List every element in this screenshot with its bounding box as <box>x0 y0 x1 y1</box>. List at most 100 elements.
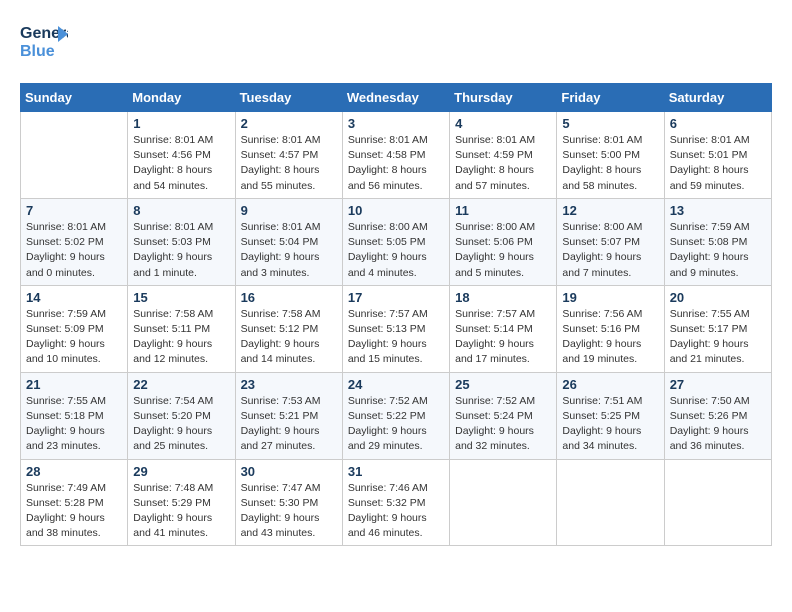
day-number: 7 <box>26 203 122 218</box>
day-cell: 4 Sunrise: 8:01 AMSunset: 4:59 PMDaylight… <box>450 112 557 199</box>
day-number: 5 <box>562 116 658 131</box>
day-cell: 15Sunrise: 7:58 AMSunset: 5:11 PMDayligh… <box>128 285 235 372</box>
day-number: 18 <box>455 290 551 305</box>
day-cell: 27 Sunrise: 7:50 AMSunset: 5:26 PMDayligh… <box>664 372 771 459</box>
day-cell: 11 Sunrise: 8:00 AMSunset: 5:06 PMDayligh… <box>450 198 557 285</box>
day-info: Sunrise: 7:54 AMSunset: 5:20 PMDaylight:… <box>133 394 229 455</box>
day-number: 20 <box>670 290 766 305</box>
day-cell <box>664 459 771 546</box>
day-cell <box>21 112 128 199</box>
logo: General Blue <box>20 20 68 67</box>
day-number: 16 <box>241 290 337 305</box>
day-number: 24 <box>348 377 444 392</box>
day-cell: 23 Sunrise: 7:53 AMSunset: 5:21 PMDayligh… <box>235 372 342 459</box>
day-info: Sunrise: 8:01 AMSunset: 5:03 PMDaylight:… <box>133 220 229 281</box>
day-info: Sunrise: 7:50 AMSunset: 5:26 PMDaylight:… <box>670 394 766 455</box>
day-cell: 12 Sunrise: 8:00 AMSunset: 5:07 PMDayligh… <box>557 198 664 285</box>
day-number: 25 <box>455 377 551 392</box>
day-cell: 8 Sunrise: 8:01 AMSunset: 5:03 PMDaylight… <box>128 198 235 285</box>
day-number: 2 <box>241 116 337 131</box>
day-number: 23 <box>241 377 337 392</box>
day-header-sunday: Sunday <box>21 84 128 112</box>
day-header-wednesday: Wednesday <box>342 84 449 112</box>
day-number: 12 <box>562 203 658 218</box>
week-row-3: 14Sunrise: 7:59 AMSunset: 5:09 PMDayligh… <box>21 285 772 372</box>
day-cell: 24 Sunrise: 7:52 AMSunset: 5:22 PMDayligh… <box>342 372 449 459</box>
day-cell: 3 Sunrise: 8:01 AMSunset: 4:58 PMDaylight… <box>342 112 449 199</box>
day-info: Sunrise: 8:01 AMSunset: 5:02 PMDaylight:… <box>26 220 122 281</box>
day-number: 19 <box>562 290 658 305</box>
day-info: Sunrise: 7:55 AMSunset: 5:17 PMDaylight:… <box>670 307 766 368</box>
day-number: 11 <box>455 203 551 218</box>
day-info: Sunrise: 8:01 AMSunset: 4:56 PMDaylight:… <box>133 133 229 194</box>
day-info: Sunrise: 8:01 AMSunset: 4:59 PMDaylight:… <box>455 133 551 194</box>
day-header-saturday: Saturday <box>664 84 771 112</box>
svg-text:Blue: Blue <box>20 43 55 60</box>
day-number: 13 <box>670 203 766 218</box>
day-number: 27 <box>670 377 766 392</box>
day-info: Sunrise: 7:57 AMSunset: 5:13 PMDaylight:… <box>348 307 444 368</box>
day-cell: 7 Sunrise: 8:01 AMSunset: 5:02 PMDaylight… <box>21 198 128 285</box>
day-number: 31 <box>348 464 444 479</box>
day-number: 22 <box>133 377 229 392</box>
day-info: Sunrise: 7:55 AMSunset: 5:18 PMDaylight:… <box>26 394 122 455</box>
page-header: General Blue <box>20 20 772 67</box>
day-cell: 10 Sunrise: 8:00 AMSunset: 5:05 PMDayligh… <box>342 198 449 285</box>
day-number: 4 <box>455 116 551 131</box>
day-info: Sunrise: 8:01 AMSunset: 5:01 PMDaylight:… <box>670 133 766 194</box>
day-number: 3 <box>348 116 444 131</box>
day-info: Sunrise: 7:57 AMSunset: 5:14 PMDaylight:… <box>455 307 551 368</box>
day-cell: 28 Sunrise: 7:49 AMSunset: 5:28 PMDayligh… <box>21 459 128 546</box>
day-info: Sunrise: 7:48 AMSunset: 5:29 PMDaylight:… <box>133 481 229 542</box>
day-number: 9 <box>241 203 337 218</box>
day-info: Sunrise: 7:52 AMSunset: 5:22 PMDaylight:… <box>348 394 444 455</box>
day-number: 21 <box>26 377 122 392</box>
day-header-tuesday: Tuesday <box>235 84 342 112</box>
day-number: 29 <box>133 464 229 479</box>
day-number: 10 <box>348 203 444 218</box>
day-cell: 9Sunrise: 8:01 AMSunset: 5:04 PMDaylight… <box>235 198 342 285</box>
day-cell: 18 Sunrise: 7:57 AMSunset: 5:14 PMDayligh… <box>450 285 557 372</box>
day-cell: 21 Sunrise: 7:55 AMSunset: 5:18 PMDayligh… <box>21 372 128 459</box>
week-row-1: 1 Sunrise: 8:01 AMSunset: 4:56 PMDaylight… <box>21 112 772 199</box>
day-cell: 30 Sunrise: 7:47 AMSunset: 5:30 PMDayligh… <box>235 459 342 546</box>
day-number: 30 <box>241 464 337 479</box>
day-info: Sunrise: 7:49 AMSunset: 5:28 PMDaylight:… <box>26 481 122 542</box>
day-number: 8 <box>133 203 229 218</box>
day-header-thursday: Thursday <box>450 84 557 112</box>
day-info: Sunrise: 8:01 AMSunset: 4:58 PMDaylight:… <box>348 133 444 194</box>
day-number: 17 <box>348 290 444 305</box>
day-number: 1 <box>133 116 229 131</box>
day-number: 28 <box>26 464 122 479</box>
day-cell <box>557 459 664 546</box>
day-cell: 16 Sunrise: 7:58 AMSunset: 5:12 PMDayligh… <box>235 285 342 372</box>
calendar-table: SundayMondayTuesdayWednesdayThursdayFrid… <box>20 83 772 546</box>
day-cell: 14Sunrise: 7:59 AMSunset: 5:09 PMDayligh… <box>21 285 128 372</box>
day-cell: 22 Sunrise: 7:54 AMSunset: 5:20 PMDayligh… <box>128 372 235 459</box>
day-info: Sunrise: 7:59 AMSunset: 5:08 PMDaylight:… <box>670 220 766 281</box>
day-cell: 26 Sunrise: 7:51 AMSunset: 5:25 PMDayligh… <box>557 372 664 459</box>
day-number: 15 <box>133 290 229 305</box>
day-cell: 31 Sunrise: 7:46 AMSunset: 5:32 PMDayligh… <box>342 459 449 546</box>
day-info: Sunrise: 7:51 AMSunset: 5:25 PMDaylight:… <box>562 394 658 455</box>
week-row-5: 28 Sunrise: 7:49 AMSunset: 5:28 PMDayligh… <box>21 459 772 546</box>
day-info: Sunrise: 8:00 AMSunset: 5:05 PMDaylight:… <box>348 220 444 281</box>
day-number: 6 <box>670 116 766 131</box>
day-cell: 25Sunrise: 7:52 AMSunset: 5:24 PMDayligh… <box>450 372 557 459</box>
day-info: Sunrise: 7:53 AMSunset: 5:21 PMDaylight:… <box>241 394 337 455</box>
day-info: Sunrise: 8:00 AMSunset: 5:07 PMDaylight:… <box>562 220 658 281</box>
day-info: Sunrise: 8:00 AMSunset: 5:06 PMDaylight:… <box>455 220 551 281</box>
day-info: Sunrise: 7:56 AMSunset: 5:16 PMDaylight:… <box>562 307 658 368</box>
day-cell: 19 Sunrise: 7:56 AMSunset: 5:16 PMDayligh… <box>557 285 664 372</box>
day-cell: 20 Sunrise: 7:55 AMSunset: 5:17 PMDayligh… <box>664 285 771 372</box>
day-info: Sunrise: 8:01 AMSunset: 5:00 PMDaylight:… <box>562 133 658 194</box>
day-number: 26 <box>562 377 658 392</box>
week-row-2: 7 Sunrise: 8:01 AMSunset: 5:02 PMDaylight… <box>21 198 772 285</box>
day-info: Sunrise: 7:58 AMSunset: 5:12 PMDaylight:… <box>241 307 337 368</box>
day-header-friday: Friday <box>557 84 664 112</box>
day-info: Sunrise: 8:01 AMSunset: 4:57 PMDaylight:… <box>241 133 337 194</box>
day-info: Sunrise: 7:46 AMSunset: 5:32 PMDaylight:… <box>348 481 444 542</box>
day-info: Sunrise: 7:47 AMSunset: 5:30 PMDaylight:… <box>241 481 337 542</box>
logo-icon: General Blue <box>20 20 68 62</box>
day-cell: 1 Sunrise: 8:01 AMSunset: 4:56 PMDaylight… <box>128 112 235 199</box>
